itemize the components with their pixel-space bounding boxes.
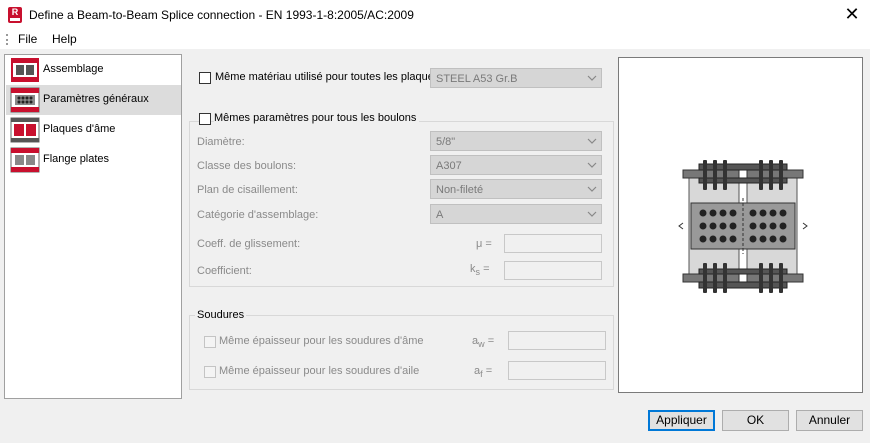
af-symbol: af = <box>474 365 492 379</box>
nav-label: Paramètres généraux <box>43 93 149 105</box>
flange-plates-icon <box>10 147 40 173</box>
same-flange-weld-checkbox[interactable] <box>204 366 216 378</box>
af-equals: = <box>485 365 493 377</box>
chevron-down-icon <box>587 138 597 144</box>
slip-coeff-label: Coeff. de glissement: <box>197 238 301 250</box>
coefficient-input[interactable] <box>504 261 602 280</box>
welds-group-title: Soudures <box>195 309 247 321</box>
material-select[interactable]: STEEL A53 Gr.B <box>430 68 602 88</box>
slip-coeff-input[interactable] <box>504 234 602 253</box>
general-parameters-icon <box>10 87 40 113</box>
diameter-label: Diamètre: <box>197 136 245 148</box>
category-value: A <box>436 209 444 221</box>
diameter-value: 5/8" <box>436 136 456 148</box>
same-material-label: Même matériau utilisé pour toutes les pl… <box>215 71 440 83</box>
window-title: Define a Beam-to-Beam Splice connection … <box>29 8 414 22</box>
ks-equals: = <box>483 263 490 275</box>
same-web-weld-checkbox[interactable] <box>204 336 216 348</box>
same-web-weld-label: Même épaisseur pour les soudures d'âme <box>219 335 424 347</box>
bolt-class-select[interactable]: A307 <box>430 155 602 175</box>
menu-help[interactable]: Help <box>52 32 77 46</box>
coefficient-label: Coefficient: <box>197 265 252 277</box>
ok-button[interactable]: OK <box>722 410 789 431</box>
material-value: STEEL A53 Gr.B <box>436 73 518 85</box>
nav-list: Assemblage Paramètres généraux Plaques d… <box>4 54 182 399</box>
menu-bar: File Help <box>0 30 870 49</box>
close-icon[interactable]: ✕ <box>842 4 862 24</box>
connection-preview <box>618 57 863 393</box>
aw-input[interactable] <box>508 331 606 350</box>
assembly-icon <box>11 58 39 82</box>
af-input[interactable] <box>508 361 606 380</box>
nav-item-flange-plates[interactable]: Flange plates <box>6 145 181 175</box>
category-select[interactable]: A <box>430 204 602 224</box>
cancel-button[interactable]: Annuler <box>796 410 863 431</box>
nav-item-plaques-ame[interactable]: Plaques d'âme <box>6 115 181 145</box>
category-label: Catégorie d'assemblage: <box>197 209 319 221</box>
chevron-down-icon <box>587 211 597 217</box>
apply-button[interactable]: Appliquer <box>648 410 715 431</box>
same-flange-weld-label: Même épaisseur pour les soudures d'aile <box>219 365 420 377</box>
bolt-class-label: Classe des boulons: <box>197 160 297 172</box>
nav-label: Assemblage <box>43 63 104 75</box>
shear-plane-label: Plan de cisaillement: <box>197 184 298 196</box>
shear-plane-value: Non-fileté <box>436 184 484 196</box>
bolt-class-value: A307 <box>436 160 462 172</box>
ks-subscript: s <box>475 267 481 278</box>
app-logo-icon: R <box>8 7 22 23</box>
nav-item-assemblage[interactable]: Assemblage <box>6 55 181 85</box>
aw-equals: = <box>487 335 495 347</box>
same-bolts-label: Mêmes paramètres pour tous les boulons <box>214 112 420 124</box>
shear-plane-select[interactable]: Non-fileté <box>430 179 602 199</box>
same-bolts-checkbox[interactable] <box>199 113 211 125</box>
nav-label: Flange plates <box>43 153 110 165</box>
chevron-down-icon <box>587 75 597 81</box>
menu-file[interactable]: File <box>18 32 37 46</box>
ks-symbol: ks = <box>470 263 490 277</box>
slip-symbol: μ = <box>476 238 492 250</box>
app-logo-letter: R <box>11 7 19 17</box>
title-bar: R Define a Beam-to-Beam Splice connectio… <box>0 0 870 30</box>
same-material-checkbox[interactable] <box>199 72 211 84</box>
nav-label: Plaques d'âme <box>43 123 116 135</box>
beam-splice-drawing <box>678 160 808 293</box>
chevron-down-icon <box>587 162 597 168</box>
aw-symbol: aw = <box>472 335 494 349</box>
diameter-select[interactable]: 5/8" <box>430 131 602 151</box>
nav-item-parametres-generaux[interactable]: Paramètres généraux <box>6 85 181 115</box>
menu-grip-icon <box>6 34 8 45</box>
chevron-down-icon <box>587 186 597 192</box>
aw-subscript: w <box>478 339 485 350</box>
af-subscript: f <box>480 369 483 380</box>
web-plates-icon <box>10 117 40 143</box>
